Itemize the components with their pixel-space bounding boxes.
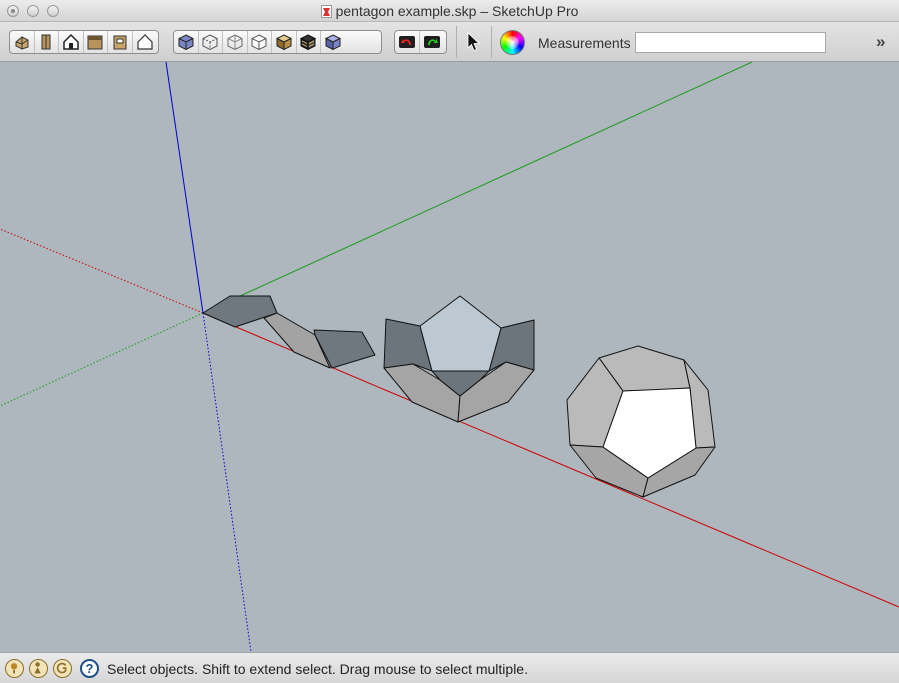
monochrome-cube-icon (325, 34, 342, 51)
select-tool-button[interactable] (463, 31, 483, 53)
textured-cube-icon (300, 34, 317, 51)
front-house-icon (63, 33, 79, 50)
iso-view-button[interactable] (10, 31, 35, 53)
styles-toolbar-group (173, 30, 382, 54)
measurements-label: Measurements (538, 35, 631, 51)
back-edges-cube-icon (202, 34, 218, 51)
top-view-button[interactable] (35, 31, 59, 53)
back-edges-style-button[interactable] (199, 31, 223, 53)
left-view-button[interactable] (133, 31, 158, 53)
status-bar: ? Select objects. Shift to extend select… (0, 652, 899, 683)
wireframe-cube-icon (227, 34, 243, 51)
window-titlebar: pentagon example.skp – SketchUp Pro (0, 0, 899, 22)
unfolded-pentagon-strip[interactable] (202, 295, 376, 369)
wireframe-style-button[interactable] (223, 31, 248, 53)
green-axis-positive (202, 62, 753, 314)
xray-cube-icon (178, 34, 194, 51)
half-dodecahedron-cup[interactable] (383, 295, 535, 423)
credits-icon[interactable] (29, 659, 48, 678)
measurements-input[interactable] (635, 32, 826, 53)
arrow-cursor-icon (467, 32, 480, 52)
help-icon[interactable]: ? (80, 659, 99, 678)
hidden-line-style-button[interactable] (248, 31, 272, 53)
front-view-button[interactable] (59, 31, 84, 53)
shaded-style-button[interactable] (272, 31, 297, 53)
window-title-text: pentagon example.skp – SketchUp Pro (335, 3, 579, 19)
blue-axis-positive (165, 62, 204, 314)
toolbar-separator (456, 26, 457, 58)
sign-in-icon[interactable] (53, 659, 72, 678)
right-view-icon (87, 35, 103, 50)
monochrome-style-button[interactable] (321, 31, 346, 53)
modeling-viewport[interactable] (0, 62, 899, 652)
window-title: pentagon example.skp – SketchUp Pro (0, 3, 899, 19)
dodecahedron[interactable] (566, 345, 716, 498)
hidden-line-cube-icon (251, 34, 267, 51)
edit-toolbar-group (394, 30, 447, 54)
right-view-button[interactable] (84, 31, 108, 53)
toolbar-overflow-button[interactable]: » (876, 32, 885, 52)
views-toolbar-group (9, 30, 159, 54)
iso-house-icon (15, 36, 29, 50)
xray-style-button[interactable] (174, 31, 199, 53)
status-message: Select objects. Shift to extend select. … (107, 661, 528, 677)
toolbar-separator (491, 26, 492, 58)
redo-arrow-icon (423, 36, 440, 48)
geo-location-icon[interactable] (5, 659, 24, 678)
undo-arrow-icon (398, 36, 415, 48)
blue-axis-negative (202, 312, 252, 652)
shaded-cube-icon (275, 34, 292, 51)
undo-button[interactable] (395, 31, 420, 53)
color-wheel-icon[interactable] (500, 30, 525, 55)
back-view-button[interactable] (108, 31, 133, 53)
redo-button[interactable] (420, 31, 445, 53)
back-view-icon (113, 35, 127, 50)
left-house-icon (137, 34, 153, 50)
shaded-with-textures-style-button[interactable] (297, 31, 321, 53)
main-toolbar: Measurements » (0, 22, 899, 62)
top-view-icon (41, 34, 51, 50)
red-axis-negative (0, 228, 204, 314)
green-axis-negative (0, 312, 204, 407)
scene-canvas (0, 62, 899, 652)
skp-file-icon (320, 5, 332, 18)
